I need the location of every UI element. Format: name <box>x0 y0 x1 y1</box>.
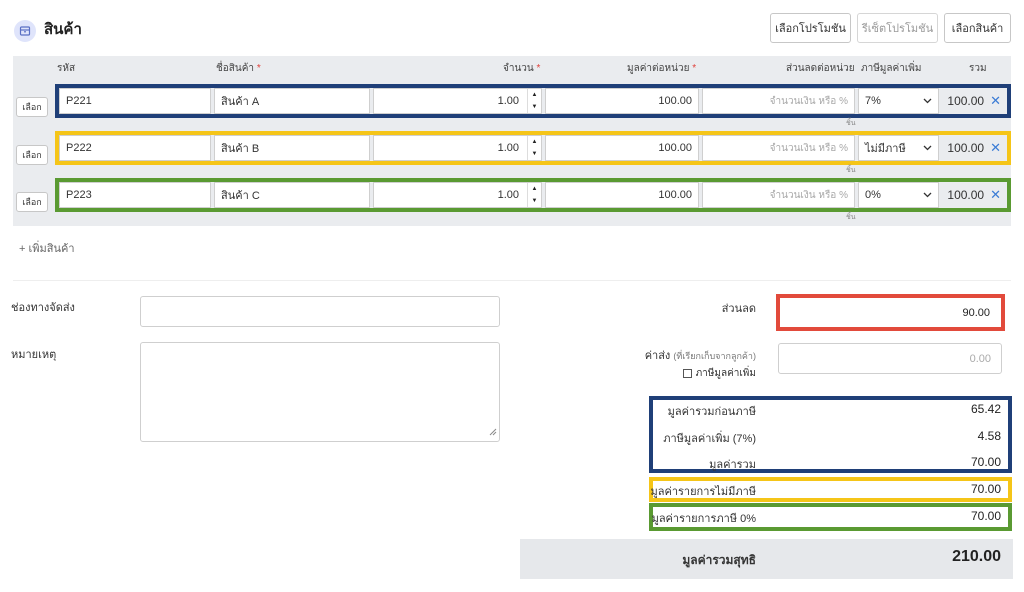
unit-label: ชิ้น <box>846 120 856 127</box>
qty-value: 1.00 <box>497 95 519 107</box>
row-total-value: 100.00 <box>947 94 985 108</box>
code-input[interactable]: P223 <box>59 182 211 208</box>
unit-price-input[interactable]: 100.00 <box>545 182 699 208</box>
net-total-label: มูลค่ารวมสุทธิ <box>682 553 756 567</box>
qty-value: 1.00 <box>497 142 519 154</box>
shipping-fee-label-text: ค่าส่ง <box>644 350 671 362</box>
remove-row-icon[interactable]: ✕ <box>990 93 1001 109</box>
add-product-link[interactable]: + เพิ่มสินค้า <box>19 239 75 257</box>
discount-input[interactable]: 90.00 <box>776 294 1005 331</box>
row-total: 100.00 ✕ <box>940 88 1007 114</box>
row-total-value: 100.00 <box>947 188 985 202</box>
vat-checkbox-row[interactable]: ภาษีมูลค่าเพิ่ม <box>560 366 756 381</box>
choose-button[interactable]: เลือก <box>16 145 48 165</box>
vat-amount-label: ภาษีมูลค่าเพิ่ม (7%) <box>663 433 756 445</box>
discount-value: 90.00 <box>962 306 990 319</box>
reset-promotion-button[interactable]: รีเซ็ตโปรโมชัน <box>857 13 938 43</box>
code-input[interactable]: P222 <box>59 135 211 161</box>
chevron-down-icon <box>923 189 932 201</box>
divider <box>13 280 1011 281</box>
spinner-arrows-icon[interactable]: ▲ ▼ <box>527 183 541 207</box>
vat-select[interactable]: 7% <box>858 88 939 114</box>
shipping-fee-label: ค่าส่ง (ที่เรียกเก็บจากลูกค้า) <box>560 346 756 364</box>
qty-stepper[interactable]: 1.00 ▲ ▼ <box>373 88 542 114</box>
discount-label: ส่วนลด <box>721 303 756 315</box>
box-icon <box>14 20 36 42</box>
discount-input[interactable]: จำนวนเงิน หรือ % <box>702 135 855 161</box>
remove-row-icon[interactable]: ✕ <box>990 187 1001 203</box>
section-title: สินค้า <box>44 21 82 38</box>
remove-row-icon[interactable]: ✕ <box>990 140 1001 156</box>
discount-input[interactable]: จำนวนเงิน หรือ % <box>702 88 855 114</box>
qty-value: 1.00 <box>497 189 519 201</box>
discount-input[interactable]: จำนวนเงิน หรือ % <box>702 182 855 208</box>
col-header-discount: ส่วนลดต่อหน่วย <box>786 63 855 74</box>
pre-tax-value: 65.42 <box>970 402 1001 416</box>
shipping-fee-input[interactable]: 0.00 <box>778 343 1002 374</box>
col-header-code: รหัส <box>57 63 76 74</box>
pre-tax-label: มูลค่ารวมก่อนภาษี <box>667 406 756 418</box>
note-textarea[interactable] <box>140 342 500 442</box>
choose-button[interactable]: เลือก <box>16 192 48 212</box>
vat-select-value: 7% <box>865 95 881 107</box>
qty-stepper[interactable]: 1.00 ▲ ▼ <box>373 135 542 161</box>
table-row: P223 สินค้า C 1.00 ▲ ▼ 100.00 จำนวนเงิน ห… <box>55 178 1011 212</box>
shipping-channel-label: ช่องทางจัดส่ง <box>11 302 75 314</box>
row-total: 100.00 ✕ <box>940 135 1007 161</box>
vat-select-value: ไม่มีภาษี <box>865 143 906 155</box>
vat-checkbox-label: ภาษีมูลค่าเพิ่ม <box>695 368 756 379</box>
name-input[interactable]: สินค้า C <box>214 182 370 208</box>
table-row: P222 สินค้า B 1.00 ▲ ▼ 100.00 จำนวนเงิน ห… <box>55 131 1011 165</box>
col-header-name: ชื่อสินค้า * <box>216 63 261 74</box>
total-label: มูลค่ารวม <box>709 459 756 471</box>
col-header-total: รวม <box>969 63 987 74</box>
total-value: 70.00 <box>970 455 1001 469</box>
table-row: P221 สินค้า A 1.00 ▲ ▼ 100.00 จำนวนเงิน ห… <box>55 84 1011 118</box>
vat-select-value: 0% <box>865 189 881 201</box>
non-taxable-label: มูลค่ารายการไม่มีภาษี <box>650 486 756 498</box>
select-promotion-button[interactable]: เลือกโปรโมชัน <box>770 13 851 43</box>
qty-stepper[interactable]: 1.00 ▲ ▼ <box>373 182 542 208</box>
chevron-down-icon <box>923 142 932 154</box>
spinner-arrows-icon[interactable]: ▲ ▼ <box>527 89 541 113</box>
col-header-unit-price: มูลค่าต่อหน่วย * <box>627 63 697 74</box>
choose-button[interactable]: เลือก <box>16 97 48 117</box>
vat-select[interactable]: 0% <box>858 182 939 208</box>
net-total-value: 210.00 <box>952 548 1001 565</box>
name-input[interactable]: สินค้า A <box>214 88 370 114</box>
vat-checkbox[interactable] <box>682 369 692 378</box>
zero-tax-value: 70.00 <box>970 509 1001 523</box>
shipping-fee-hint: (ที่เรียกเก็บจากลูกค้า) <box>673 351 756 361</box>
unit-label: ชิ้น <box>846 167 856 174</box>
spinner-arrows-icon[interactable]: ▲ ▼ <box>527 136 541 160</box>
zero-tax-label: มูลค่ารายการภาษี 0% <box>651 513 756 525</box>
chevron-down-icon <box>923 95 932 107</box>
name-input[interactable]: สินค้า B <box>214 135 370 161</box>
non-taxable-value: 70.00 <box>970 482 1001 496</box>
shipping-channel-input[interactable] <box>140 296 500 327</box>
vat-amount-value: 4.58 <box>977 429 1001 443</box>
resize-handle-icon[interactable] <box>489 427 497 439</box>
code-input[interactable]: P221 <box>59 88 211 114</box>
row-total-value: 100.00 <box>947 141 985 155</box>
col-header-vat: ภาษีมูลค่าเพิ่ม <box>861 63 922 74</box>
vat-select[interactable]: ไม่มีภาษี <box>858 135 939 161</box>
col-header-qty: จำนวน * <box>503 63 541 74</box>
row-total: 100.00 ✕ <box>940 182 1007 208</box>
unit-label: ชิ้น <box>846 214 856 221</box>
note-label: หมายเหตุ <box>11 349 57 361</box>
select-product-button[interactable]: เลือกสินค้า <box>944 13 1011 43</box>
unit-price-input[interactable]: 100.00 <box>545 88 699 114</box>
unit-price-input[interactable]: 100.00 <box>545 135 699 161</box>
